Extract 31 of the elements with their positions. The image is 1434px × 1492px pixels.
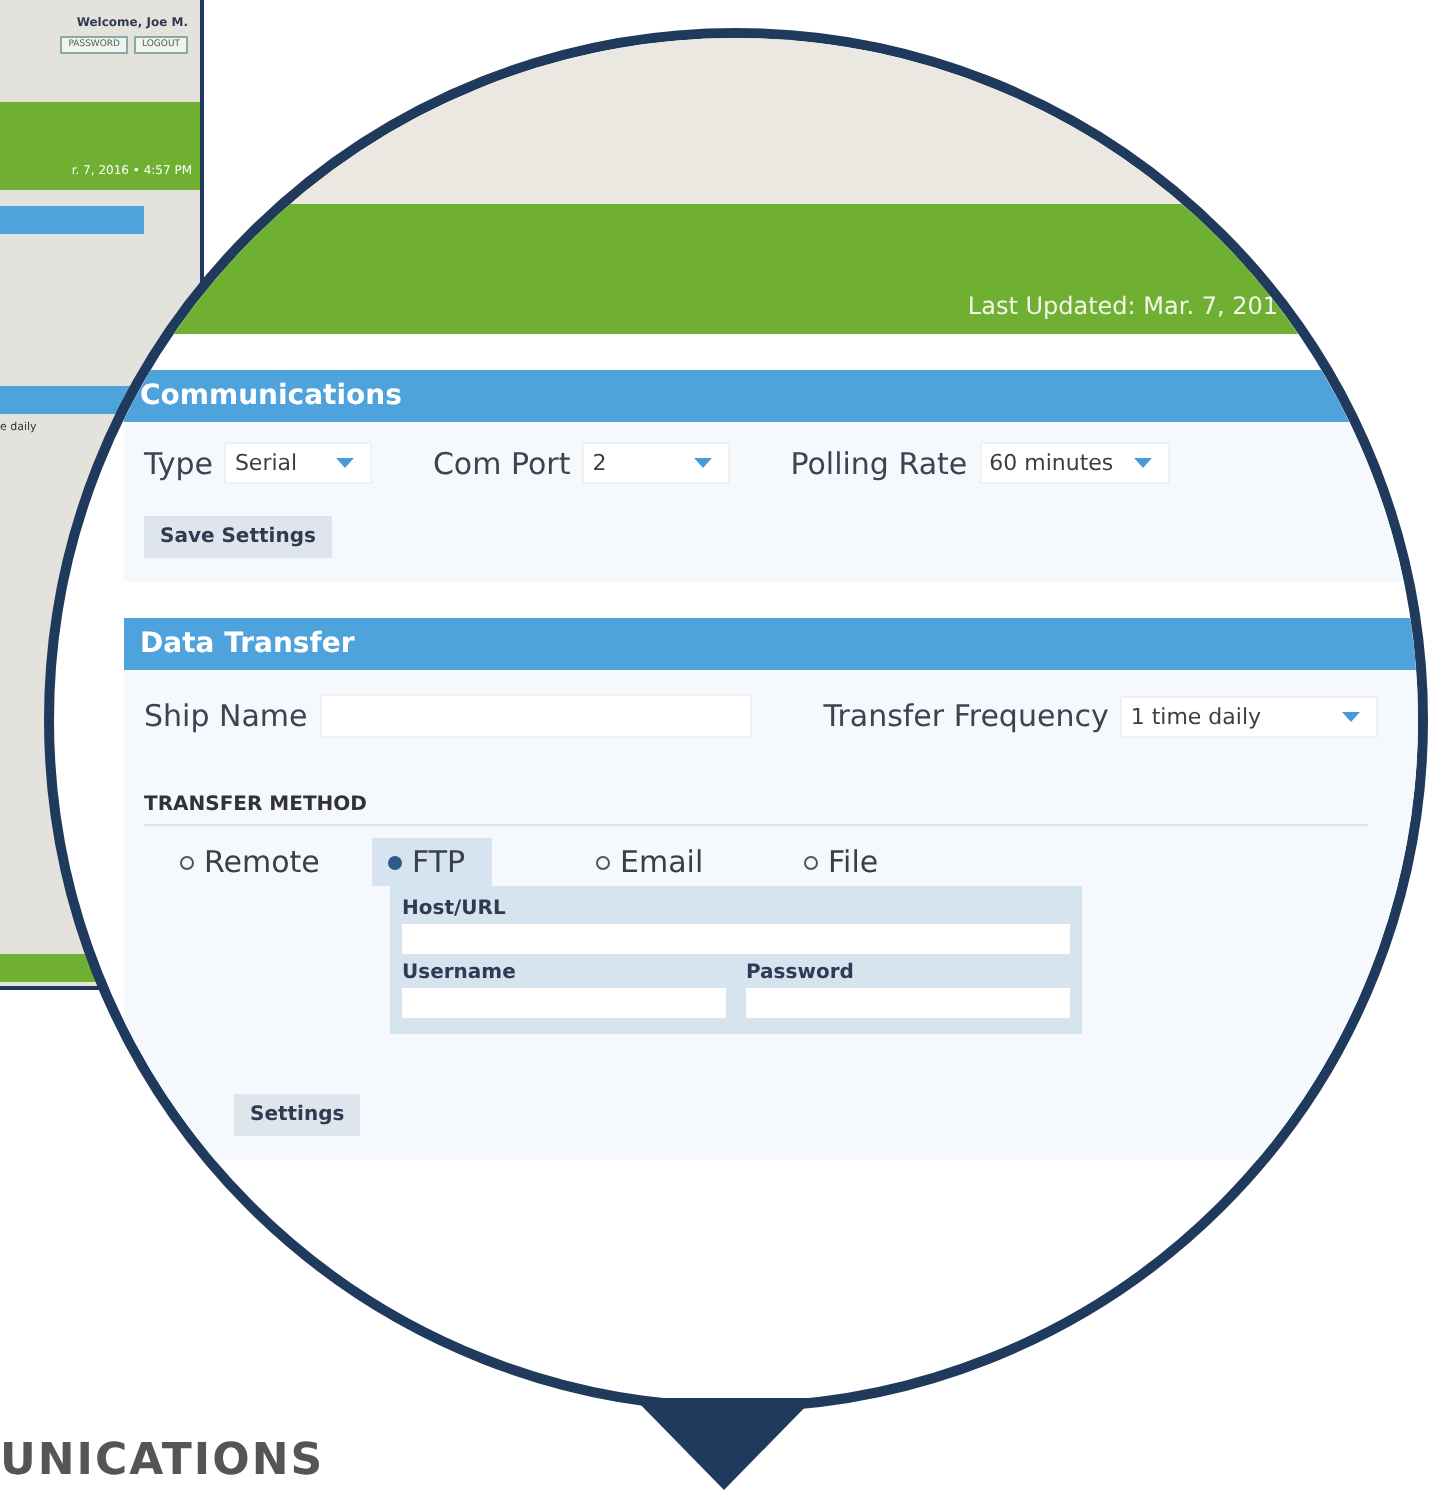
caret-icon bbox=[694, 458, 713, 468]
section-title: Data Transfer bbox=[140, 628, 355, 660]
field-label: Polling Rate bbox=[790, 445, 968, 481]
caption-text: UNICATIONS bbox=[0, 1436, 325, 1486]
dropdown[interactable]: 2 bbox=[582, 442, 731, 484]
dropdown[interactable]: Serial bbox=[224, 442, 373, 484]
method-tab[interactable]: FTP bbox=[372, 838, 492, 886]
method-tab[interactable]: Remote bbox=[164, 838, 372, 886]
caret-icon bbox=[1133, 458, 1152, 468]
dropdown[interactable]: 1 time daily bbox=[1120, 695, 1379, 737]
save-settings-button[interactable]: Settings bbox=[234, 1094, 361, 1136]
caret-icon bbox=[1342, 711, 1361, 721]
caret-icon bbox=[336, 458, 355, 468]
field-label: Type bbox=[144, 445, 213, 481]
transfer-method-heading: TRANSFER METHOD bbox=[144, 794, 1368, 826]
last-updated-text: Last Updated: Mar. 7, 201 bbox=[967, 292, 1278, 320]
method-tab[interactable]: File bbox=[788, 838, 996, 886]
password-field[interactable] bbox=[746, 988, 1070, 1018]
field-label: Username bbox=[402, 962, 518, 984]
username-field[interactable] bbox=[402, 988, 726, 1018]
dropdown[interactable]: 60 minutes bbox=[979, 442, 1170, 484]
section-header bbox=[0, 206, 144, 234]
field-label: Transfer Frequency bbox=[823, 698, 1109, 734]
field-label: Password bbox=[746, 962, 856, 984]
field-label: Com Port bbox=[432, 445, 571, 481]
method-tab[interactable]: Email bbox=[580, 838, 788, 886]
field-label: Ship Name bbox=[144, 698, 308, 734]
host-url-field[interactable] bbox=[402, 924, 1070, 954]
field-label: Host/URL bbox=[402, 898, 508, 920]
save-settings-button[interactable]: Save Settings bbox=[144, 516, 332, 558]
section-title: Communications bbox=[140, 380, 402, 412]
